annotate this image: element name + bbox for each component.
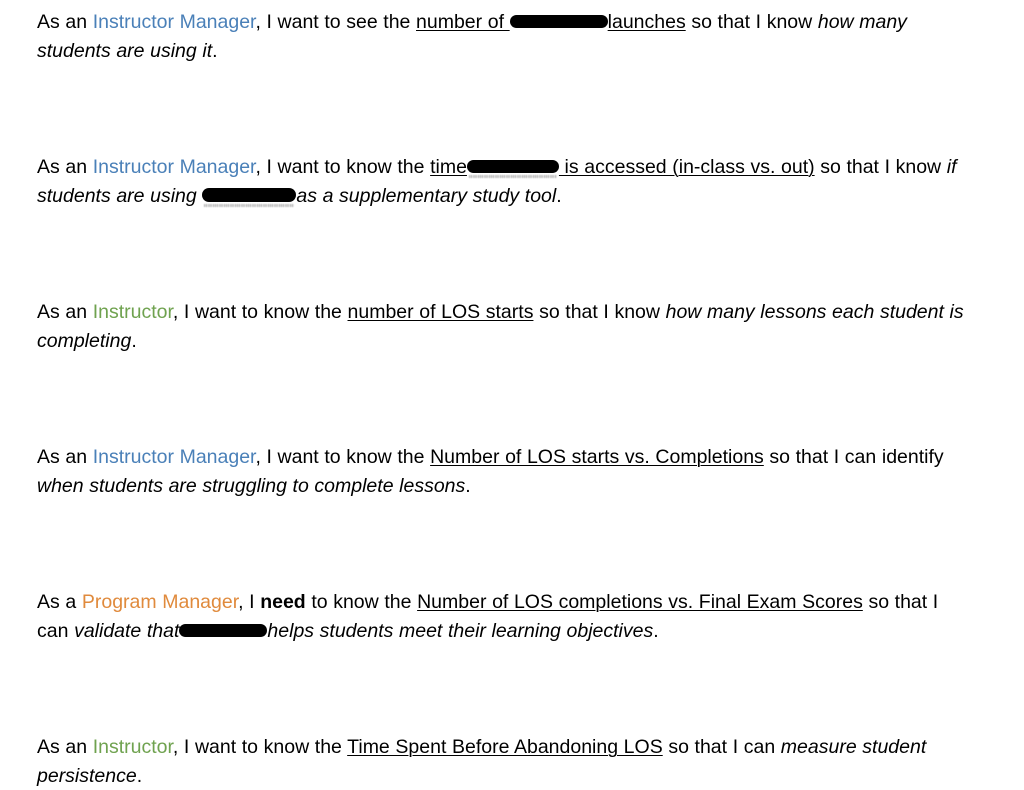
metric-text-before-redaction: time: [430, 156, 467, 178]
role-instructor: Instructor: [92, 301, 173, 323]
user-story-2: As an Instructor Manager, I want to know…: [37, 153, 964, 210]
story-lead: As an: [37, 446, 93, 468]
outcome-text-after-redaction: as a supplementary study tool: [296, 184, 557, 207]
story-lead: As an: [37, 301, 93, 323]
story-end-punctuation: .: [653, 619, 659, 642]
story-purpose-connector: so that I can identify: [763, 446, 944, 468]
story-connector: , I want to know the: [172, 301, 348, 323]
story-purpose-connector: so that I know: [685, 11, 818, 33]
metric-text-before-redaction: number of: [416, 11, 510, 33]
story-outcome: when students are struggling to complete…: [37, 474, 466, 497]
redaction-bar: [179, 623, 268, 637]
user-story-1: As an Instructor Manager, I want to see …: [37, 8, 964, 65]
document-page: As an Instructor Manager, I want to see …: [0, 0, 1024, 787]
role-instructor: Instructor: [92, 736, 173, 758]
story-end-punctuation: .: [212, 39, 218, 62]
user-story-6: As an Instructor, I want to know the Tim…: [37, 733, 964, 790]
user-story-4: As an Instructor Manager, I want to know…: [37, 443, 964, 500]
story-purpose-connector: so that I know: [814, 156, 947, 178]
metric-time-accessed: time is accessed (in-class vs. out): [430, 156, 815, 178]
story-end-punctuation: .: [556, 184, 562, 207]
metric-time-spent-before-abandoning-los: Time Spent Before Abandoning LOS: [347, 736, 663, 758]
story-connector: , I want to know the: [172, 736, 348, 758]
metric-los-starts-vs-completions: Number of LOS starts vs. Completions: [430, 446, 764, 468]
user-story-3: As an Instructor, I want to know the num…: [37, 298, 964, 355]
metric-text-after-redaction: is accessed (in-class vs. out): [558, 156, 815, 178]
story-purpose-connector: so that I know: [533, 301, 666, 323]
story-end-punctuation: .: [465, 474, 471, 497]
metric-los-completions-vs-final-exam-scores: Number of LOS completions vs. Final Exam…: [417, 591, 863, 613]
metric-number-of-launches: number of launches: [416, 11, 686, 33]
role-program-manager: Program Manager: [81, 591, 239, 613]
metric-text-after-redaction: launches: [607, 11, 686, 33]
story-connector: , I: [238, 591, 261, 613]
story-end-punctuation: .: [131, 329, 137, 352]
story-purpose-connector: so that I can: [662, 736, 781, 758]
story-end-punctuation: .: [136, 764, 143, 787]
story-connector-b: to know the: [305, 591, 418, 613]
redaction-bar: [466, 160, 559, 174]
redaction-bar: [509, 15, 608, 29]
metric-number-of-los-starts: number of LOS starts: [347, 301, 534, 323]
emphasis-need: need: [260, 591, 306, 613]
story-outcome: validate that helps students meet their l…: [74, 620, 653, 642]
story-connector: , I want to know the: [255, 156, 431, 178]
story-connector: , I want to know the: [255, 446, 431, 468]
story-lead: As an: [37, 736, 93, 758]
user-story-5: As a Program Manager, I need to know the…: [37, 588, 964, 645]
redaction-bar: [202, 188, 297, 203]
story-lead: As an: [37, 156, 93, 178]
outcome-text-before-redaction: validate that: [74, 619, 180, 642]
outcome-text-after-redaction: helps students meet their learning objec…: [267, 619, 654, 642]
role-instructor-manager: Instructor Manager: [92, 446, 256, 468]
story-lead: As an: [37, 11, 93, 33]
story-lead: As a: [37, 591, 82, 613]
story-connector: , I want to see the: [255, 11, 417, 33]
role-instructor-manager: Instructor Manager: [92, 11, 256, 33]
role-instructor-manager: Instructor Manager: [92, 156, 256, 178]
